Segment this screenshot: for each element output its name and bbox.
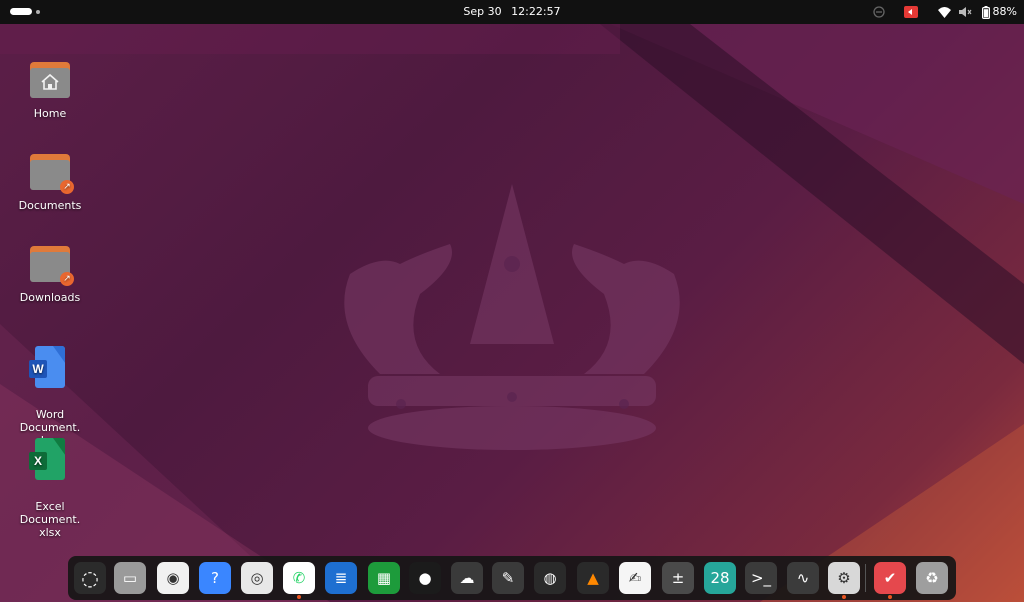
dock-cloud[interactable]: ☁: [451, 562, 483, 594]
libreoffice-writer-icon: ≣: [334, 569, 348, 587]
chrome-icon: ◎: [250, 569, 264, 587]
desktop-icon-label: Excel Document. xlsx: [19, 500, 81, 539]
dock: ◌ ▭ ◉? ◎ ✆ ≣ ▦ ● ☁ ✎ ◍ ▲ ✍ ±28 >_ ∿ ⚙ ✔ ♻: [68, 556, 956, 600]
dock-show-apps[interactable]: ◌: [74, 562, 106, 594]
rhythmbox-icon: ◉: [166, 569, 180, 587]
crown-logo: [344, 184, 680, 450]
calendar-icon: 28: [710, 569, 730, 587]
gimp-icon: ✎: [501, 569, 515, 587]
desktop-icon-excel-document[interactable]: X Excel Document. xlsx: [5, 425, 95, 552]
dock-help[interactable]: ?: [199, 562, 231, 594]
screen-recording-icon[interactable]: [904, 5, 918, 19]
top-bar: Sep 30 12:22:57 88%: [0, 0, 1024, 24]
dock-calculator[interactable]: ±: [662, 562, 694, 594]
dock-obs-studio[interactable]: ◍: [534, 562, 566, 594]
wifi-icon[interactable]: [937, 5, 951, 19]
dock-camera[interactable]: ●: [409, 562, 441, 594]
symlink-arrow-icon: ↗: [60, 272, 74, 286]
dock-text-editor[interactable]: ✍: [619, 562, 651, 594]
calculator-icon: ±: [671, 569, 685, 587]
dock-todo[interactable]: ✔: [874, 562, 906, 599]
folder-link-icon: ↗: [28, 150, 74, 194]
desktop-icon-documents[interactable]: ↗ Documents: [5, 150, 95, 212]
vlc-icon: ▲: [587, 569, 599, 587]
obs-studio-icon: ◍: [543, 569, 557, 587]
dock-chrome[interactable]: ◎: [241, 562, 273, 594]
whatsapp-icon: ✆: [292, 569, 306, 587]
desktop-icon-label: Documents: [18, 199, 82, 212]
desktop-icon-label: Home: [33, 107, 67, 120]
cloud-icon: ☁: [459, 569, 475, 587]
settings-icon: ⚙: [837, 569, 851, 587]
battery-icon[interactable]: [981, 5, 991, 19]
files-icon: ▭: [122, 569, 138, 587]
volume-muted-icon[interactable]: [958, 5, 972, 19]
dock-trash[interactable]: ♻: [916, 562, 948, 594]
dock-libreoffice-calc[interactable]: ▦: [368, 562, 400, 594]
dock-terminal[interactable]: >_: [745, 562, 777, 594]
dock-files[interactable]: ▭: [114, 562, 146, 594]
libreoffice-calc-icon: ▦: [376, 569, 392, 587]
terminal-icon: >_: [750, 569, 772, 587]
trash-icon: ♻: [925, 569, 939, 587]
home-folder-icon: [28, 58, 72, 102]
clock[interactable]: Sep 30 12:22:57: [0, 5, 1024, 18]
running-indicator: [888, 595, 892, 599]
folder-link-icon: ↗: [28, 242, 74, 286]
dock-separator: [865, 564, 866, 592]
show-apps-icon: ◌: [81, 566, 99, 590]
system-monitor-icon: ∿: [796, 569, 810, 587]
text-editor-icon: ✍: [628, 569, 642, 587]
dock-system-monitor[interactable]: ∿: [787, 562, 819, 594]
desktop-icon-home[interactable]: Home: [5, 58, 95, 120]
running-indicator: [297, 595, 301, 599]
symlink-arrow-icon: ↗: [60, 180, 74, 194]
desktop-icon-label: Downloads: [19, 291, 81, 304]
dock-whatsapp[interactable]: ✆: [283, 562, 315, 599]
word-document-icon: W: [28, 346, 72, 390]
time-label: 12:22:57: [511, 5, 561, 18]
desktop-wallpaper: [0, 24, 1024, 602]
excel-document-icon: X: [28, 438, 72, 482]
dock-settings[interactable]: ⚙: [828, 562, 860, 599]
todo-icon: ✔: [883, 569, 897, 587]
dock-gimp[interactable]: ✎: [492, 562, 524, 594]
running-indicator: [842, 595, 846, 599]
desktop-icon-downloads[interactable]: ↗ Downloads: [5, 242, 95, 304]
night-light-icon[interactable]: [872, 5, 886, 19]
dock-calendar[interactable]: 28: [704, 562, 736, 594]
date-label: Sep 30: [463, 5, 502, 18]
dock-libreoffice-writer[interactable]: ≣: [325, 562, 357, 594]
help-icon: ?: [211, 569, 219, 587]
dock-rhythmbox[interactable]: ◉: [157, 562, 189, 594]
camera-icon: ●: [418, 569, 432, 587]
battery-percentage: 88%: [992, 5, 1017, 18]
dock-vlc[interactable]: ▲: [577, 562, 609, 594]
